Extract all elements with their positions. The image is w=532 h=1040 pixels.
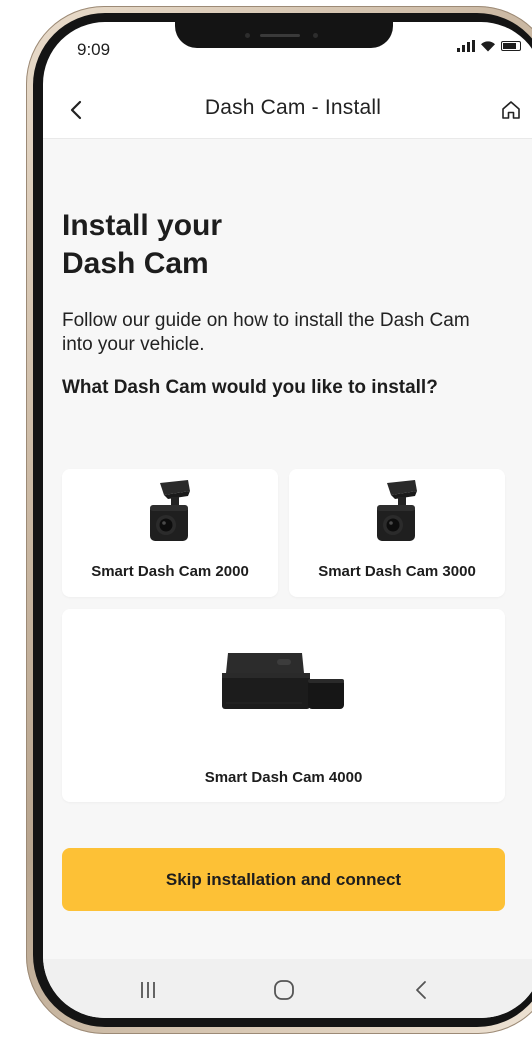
- page-title: Install your Dash Cam: [62, 207, 462, 283]
- status-icons: [457, 40, 521, 52]
- dash-cam-small-icon: [150, 480, 190, 541]
- install-question: What Dash Cam would you like to install?: [62, 377, 438, 398]
- wifi-icon: [481, 41, 495, 52]
- page-description: Follow our guide on how to install the D…: [62, 310, 470, 355]
- signal-icon: [457, 40, 475, 52]
- system-navigation-bar: [43, 959, 532, 1018]
- nav-header: Dash Cam - Install: [43, 82, 532, 139]
- recents-icon[interactable]: [135, 977, 161, 1003]
- battery-icon: [501, 41, 521, 51]
- back-chevron-icon[interactable]: [409, 977, 435, 1003]
- dash-cam-small-icon: [377, 480, 417, 541]
- page-title-line2: Dash Cam: [62, 247, 209, 280]
- skip-install-connect-button[interactable]: Skip installation and connect: [62, 848, 505, 911]
- camera-notch: [175, 22, 393, 48]
- main-content: Install your Dash Cam Follow our guide o…: [43, 139, 532, 959]
- dash-cam-large-icon: [222, 653, 344, 709]
- dash-cam-card-2000[interactable]: Smart Dash Cam 2000: [62, 469, 278, 597]
- phone-screen: 9:09 Dash Cam - Install Install your Das…: [43, 22, 532, 1018]
- status-time: 9:09: [77, 40, 111, 59]
- dash-cam-card-4000[interactable]: Smart Dash Cam 4000: [62, 609, 505, 802]
- dash-cam-label: Smart Dash Cam 3000: [318, 563, 476, 580]
- dash-cam-label: Smart Dash Cam 4000: [204, 769, 363, 786]
- dash-cam-card-3000[interactable]: Smart Dash Cam 3000: [289, 469, 505, 597]
- front-camera-dot: [313, 33, 318, 38]
- home-icon[interactable]: [499, 98, 523, 122]
- speaker-grille: [260, 34, 300, 37]
- page-title-line1: Install your: [62, 209, 223, 242]
- home-circle-icon[interactable]: [271, 977, 297, 1003]
- dash-cam-label: Smart Dash Cam 2000: [91, 563, 249, 580]
- sensor-dot: [245, 33, 250, 38]
- page-header-title: Dash Cam - Install: [204, 96, 382, 119]
- stage: 9:09 Dash Cam - Install Install your Das…: [0, 0, 532, 1040]
